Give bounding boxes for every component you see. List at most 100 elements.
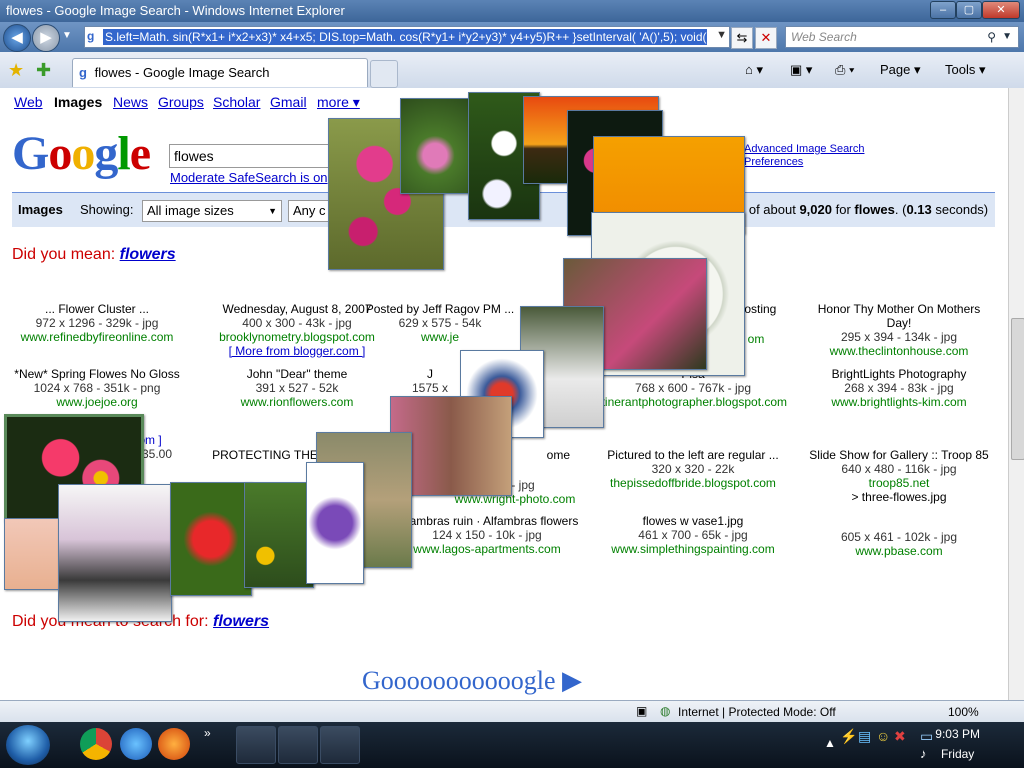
security-zone[interactable]: Internet | Protected Mode: Off — [678, 705, 836, 719]
result-url[interactable]: www.refinedbyfireonline.com — [2, 330, 192, 344]
result-item[interactable]: Honor Thy Mother On Mothers Day! 295 x 39… — [804, 302, 994, 358]
result-item[interactable]: *New* Spring Flowes No Gloss 1024 x 768 -… — [2, 367, 192, 409]
minimize-button[interactable]: – — [930, 1, 956, 19]
zoom-level[interactable]: 100% — [948, 705, 979, 719]
chrome-icon[interactable] — [80, 728, 112, 760]
tray-expand-icon[interactable]: ▲ — [824, 736, 836, 750]
tray-lightning-icon[interactable]: ⚡ — [840, 728, 857, 745]
flower-thumbnail[interactable] — [58, 484, 172, 622]
result-url[interactable]: troop85.net — [804, 476, 994, 490]
taskbar-chrome-window[interactable] — [236, 726, 276, 764]
clock[interactable]: 9:03 PM Friday — [935, 727, 980, 761]
google-logo[interactable]: Google — [12, 126, 151, 181]
result-item[interactable]: PROTECTING THE — [200, 448, 330, 462]
result-url[interactable]: www.brightlights-kim.com — [804, 395, 994, 409]
new-tab-button[interactable] — [370, 60, 398, 88]
results-for: for — [835, 202, 851, 217]
preferences-link[interactable]: Preferences — [744, 156, 803, 168]
image-size-select[interactable]: All image sizes ▼ — [142, 200, 282, 222]
result-meta: 461 x 700 - 65k - jpg — [638, 528, 748, 542]
overflow-chevron[interactable]: » — [204, 726, 211, 740]
maximize-button[interactable]: ▢ — [956, 1, 982, 19]
feeds-icon[interactable]: ▣ ▾ — [790, 62, 812, 78]
tools-menu[interactable]: Tools ▾ — [945, 62, 986, 78]
taskbar-app-window[interactable] — [320, 726, 360, 764]
more-from-link[interactable]: [ More from blogger.com ] — [202, 344, 392, 358]
flower-thumbnail[interactable] — [244, 482, 314, 588]
flower-thumbnail[interactable] — [170, 482, 252, 596]
stop-button[interactable]: ✕ — [755, 27, 777, 49]
nav-web[interactable]: Web — [14, 94, 43, 110]
start-button[interactable] — [6, 725, 50, 765]
search-icon[interactable]: ⚲ — [987, 27, 996, 47]
forward-button[interactable]: ▶ — [32, 24, 60, 52]
vertical-scrollbar[interactable] — [1008, 88, 1024, 700]
print-icon[interactable]: ⎙ ▾ — [835, 62, 854, 78]
result-item[interactable]: BrightLights Photography 268 x 394 - 83k … — [804, 367, 994, 409]
tray-network-icon[interactable]: ▤ — [858, 728, 871, 745]
result-item[interactable]: Alfambras ruin · Alfambras flowers 124 x … — [392, 514, 582, 556]
flower-thumbnail[interactable] — [400, 98, 470, 194]
tray-alert-icon[interactable]: ✖ — [894, 728, 906, 745]
web-search-input[interactable]: Web Search ⚲ ▼ — [785, 26, 1019, 48]
did-you-mean: Did you mean: flowers — [12, 246, 176, 264]
flower-thumbnail[interactable] — [306, 462, 364, 584]
result-url[interactable]: www.lagos-apartments.com — [392, 542, 582, 556]
result-title: flowes w vase1.jpg — [642, 514, 744, 528]
protected-mode-icon: ▣ — [636, 704, 648, 718]
nav-news[interactable]: News — [113, 94, 148, 110]
result-title: Posted by Jeff Ragov PM ... — [365, 302, 515, 316]
search-dropdown-icon[interactable]: ▼ — [1002, 27, 1012, 47]
result-url[interactable]: itinerantphotographer.blogspot.com — [598, 395, 788, 409]
firefox-icon[interactable] — [158, 728, 190, 760]
result-meta: 320 x 320 - 22k — [651, 462, 735, 476]
ie-icon[interactable] — [120, 728, 152, 760]
search-query-input[interactable]: flowes — [169, 144, 345, 168]
add-favorite-icon[interactable]: ✚ — [36, 60, 51, 81]
pagination-gooogle[interactable]: Gooooooooooogle ▶ — [362, 666, 582, 695]
result-item[interactable]: J 1575 x — [400, 367, 460, 395]
page-menu[interactable]: Page ▾ — [880, 62, 921, 78]
result-url[interactable]: www.joejoe.org — [2, 395, 192, 409]
result-url[interactable]: www.simplethingspainting.com — [598, 542, 788, 556]
home-icon[interactable]: ⌂ ▾ — [745, 62, 763, 78]
result-item[interactable]: ... Flower Cluster ... 972 x 1296 - 329k … — [2, 302, 192, 344]
pagination-logo[interactable]: Gooooooooooogle ▶ — [362, 666, 582, 696]
nav-more[interactable]: more ▾ — [317, 94, 360, 111]
nav-gmail[interactable]: Gmail — [270, 94, 307, 110]
results-query: flowes — [854, 202, 895, 217]
advanced-image-search-link[interactable]: Advanced Image Search — [744, 143, 864, 155]
safesearch-link[interactable]: Moderate SafeSearch is on — [170, 170, 328, 185]
suggestion-link-2[interactable]: flowers — [213, 613, 269, 630]
tray-monitor-icon[interactable]: ▭ — [920, 728, 933, 745]
result-item[interactable]: 605 x 461 - 102k - jpg www.pbase.com — [804, 530, 994, 558]
back-button[interactable]: ◀ — [3, 24, 31, 52]
tray-volume-icon[interactable]: ♪ — [920, 746, 927, 761]
result-url[interactable]: www.je — [360, 330, 520, 344]
result-url[interactable]: www.pbase.com — [804, 544, 994, 558]
refresh-button[interactable]: ⇆ — [731, 27, 753, 49]
result-item[interactable]: Posted by Jeff Ragov PM ... 629 x 575 - 5… — [360, 302, 520, 344]
address-dropdown-icon[interactable]: ▼ — [716, 29, 727, 41]
tray-smiley-icon[interactable]: ☺ — [876, 728, 890, 744]
nav-groups[interactable]: Groups — [158, 94, 204, 110]
favorites-star-icon[interactable]: ★ — [8, 60, 24, 81]
result-item[interactable]: Slide Show for Gallery :: Troop 85 640 x … — [804, 448, 994, 504]
close-window-button[interactable]: ✕ — [982, 1, 1020, 19]
taskbar-ie-window[interactable] — [278, 726, 318, 764]
tab-title: flowes - Google Image Search — [94, 65, 270, 80]
address-bar[interactable]: g S.left=Math. sin(R*x1+ i*x2+x3)* x4+x5… — [84, 26, 730, 48]
result-item[interactable]: flowes w vase1.jpg 461 x 700 - 65k - jpg w… — [598, 514, 788, 556]
suggestion-link[interactable]: flowers — [120, 246, 176, 263]
page-content: Web Images News Groups Scholar Gmail mor… — [0, 88, 1008, 700]
tab-flowes[interactable]: g flowes - Google Image Search — [72, 58, 368, 87]
history-dropdown-icon[interactable]: ▼ — [62, 30, 72, 41]
scrollbar-thumb[interactable] — [1011, 318, 1024, 460]
result-url[interactable]: www.theclintonhouse.com — [804, 344, 994, 358]
result-url[interactable]: thepissedoffbride.blogspot.com — [598, 476, 788, 490]
result-item[interactable]: Pictured to the left are regular ... 320 … — [598, 448, 788, 490]
bar-showing-label: Showing: — [80, 202, 134, 217]
result-item[interactable]: John "Dear" theme 391 x 527 - 52k www.rion… — [202, 367, 392, 409]
nav-scholar[interactable]: Scholar — [213, 94, 260, 110]
result-url[interactable]: www.rionflowers.com — [202, 395, 392, 409]
